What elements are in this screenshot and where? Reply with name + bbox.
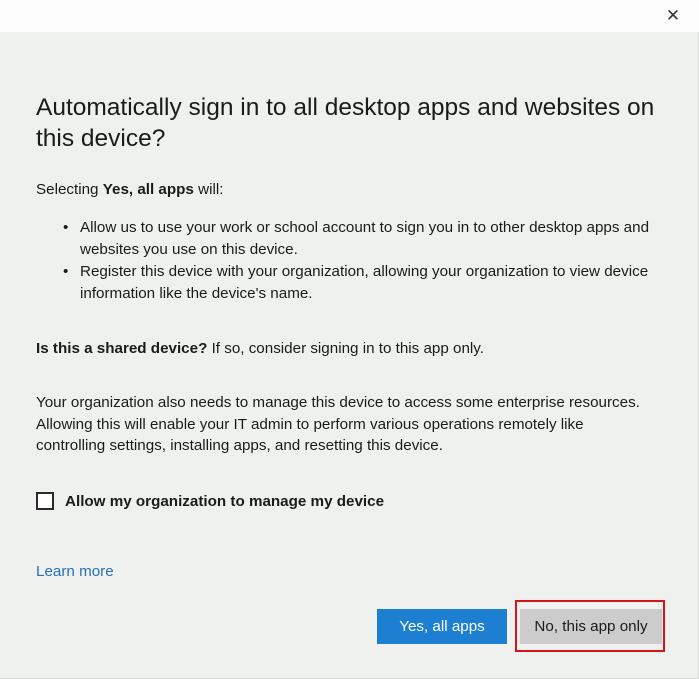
- title-bar: ✕: [0, 0, 699, 32]
- dialog-heading: Automatically sign in to all desktop app…: [36, 94, 655, 152]
- shared-device-question: Is this a shared device?: [36, 340, 208, 357]
- yes-all-apps-button[interactable]: Yes, all apps: [377, 609, 507, 644]
- intro-suffix: will:: [193, 181, 224, 198]
- intro-text: Selecting Yes, all apps will:: [36, 179, 223, 201]
- list-item-text: Allow us to use your work or school acco…: [80, 219, 650, 258]
- bullet-icon: •: [63, 219, 69, 236]
- learn-more-link[interactable]: Learn more: [36, 563, 114, 580]
- signin-dialog: ✕ Automatically sign in to all desktop a…: [0, 0, 699, 679]
- intro-prefix: Selecting: [36, 181, 103, 198]
- list-item: • Allow us to use your work or school ac…: [63, 217, 663, 261]
- manage-device-text: Your organization also needs to manage t…: [36, 394, 640, 454]
- bullet-icon: •: [63, 263, 69, 280]
- no-this-app-only-button[interactable]: No, this app only: [520, 609, 662, 644]
- shared-device-text: Is this a shared device? If so, consider…: [36, 338, 484, 360]
- close-icon[interactable]: ✕: [661, 4, 685, 28]
- list-item-text: Register this device with your organizat…: [80, 263, 649, 302]
- list-item: • Register this device with your organiz…: [63, 261, 663, 305]
- manage-device-checkbox-label[interactable]: Allow my organization to manage my devic…: [65, 493, 384, 510]
- intro-bold: Yes, all apps: [102, 181, 194, 198]
- shared-device-advice: If so, consider signing in to this app o…: [207, 340, 484, 357]
- manage-device-option[interactable]: Allow my organization to manage my devic…: [36, 490, 384, 512]
- benefits-list: • Allow us to use your work or school ac…: [63, 217, 663, 305]
- manage-device-checkbox[interactable]: [36, 492, 54, 510]
